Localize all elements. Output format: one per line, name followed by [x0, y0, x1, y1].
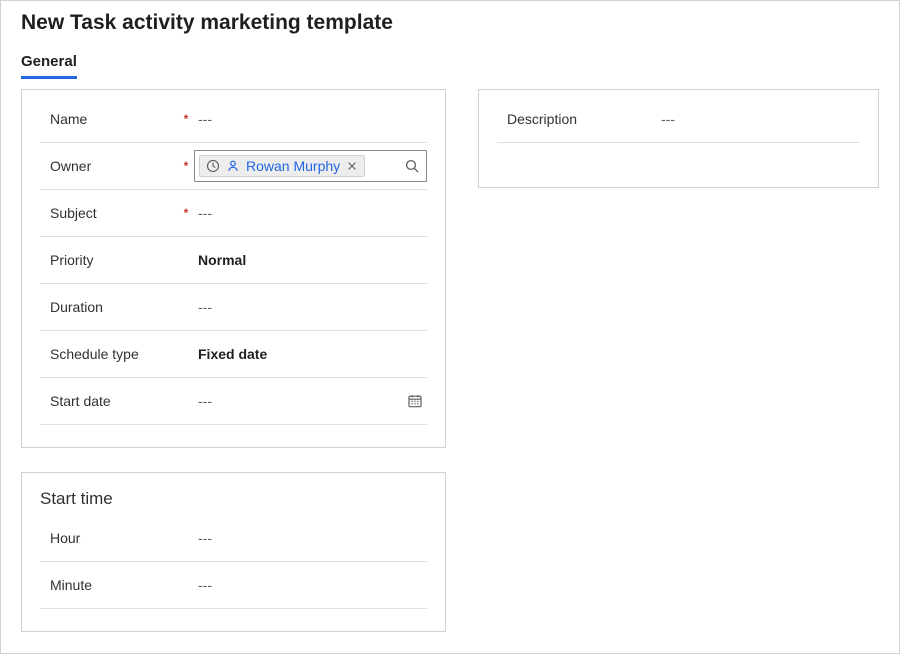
row-start-date[interactable]: Start date ---: [40, 378, 427, 425]
tabs: General: [21, 47, 879, 79]
value-name[interactable]: ---: [194, 111, 427, 127]
required-marker: *: [178, 112, 194, 126]
page-title: New Task activity marketing template: [21, 11, 879, 35]
value-schedule-type[interactable]: Fixed date: [194, 346, 427, 362]
row-description[interactable]: Description ---: [497, 96, 860, 143]
label-subject: Subject: [40, 205, 178, 221]
person-icon: [226, 159, 240, 173]
required-marker: *: [178, 159, 194, 173]
start-time-title: Start time: [40, 489, 427, 509]
description-card: Description ---: [478, 89, 879, 188]
value-hour[interactable]: ---: [194, 530, 427, 546]
row-name[interactable]: Name * ---: [40, 96, 427, 143]
value-minute[interactable]: ---: [194, 577, 427, 593]
right-column: Description ---: [478, 89, 879, 188]
value-priority[interactable]: Normal: [194, 252, 427, 268]
row-priority[interactable]: Priority Normal: [40, 237, 427, 284]
tab-general[interactable]: General: [21, 47, 77, 79]
page-container: New Task activity marketing template Gen…: [0, 0, 900, 654]
row-subject[interactable]: Subject * ---: [40, 190, 427, 237]
owner-pill[interactable]: Rowan Murphy: [199, 155, 365, 177]
label-name: Name: [40, 111, 178, 127]
label-description: Description: [497, 111, 657, 127]
label-duration: Duration: [40, 299, 178, 315]
label-priority: Priority: [40, 252, 178, 268]
calendar-icon[interactable]: [403, 393, 427, 409]
search-icon[interactable]: [404, 158, 420, 174]
row-duration[interactable]: Duration ---: [40, 284, 427, 331]
start-time-card: Start time Hour --- Minute ---: [21, 472, 446, 632]
clock-icon: [206, 159, 220, 173]
value-subject[interactable]: ---: [194, 205, 427, 221]
row-hour[interactable]: Hour ---: [40, 515, 427, 562]
label-hour: Hour: [40, 530, 178, 546]
owner-pill-text: Rowan Murphy: [246, 158, 340, 174]
owner-lookup[interactable]: Rowan Murphy: [194, 150, 427, 182]
row-owner[interactable]: Owner *: [40, 143, 427, 190]
general-card: Name * --- Owner *: [21, 89, 446, 448]
row-minute[interactable]: Minute ---: [40, 562, 427, 609]
value-description[interactable]: ---: [657, 111, 860, 127]
value-start-date[interactable]: ---: [194, 393, 403, 409]
required-marker: *: [178, 206, 194, 220]
label-minute: Minute: [40, 577, 178, 593]
label-start-date: Start date: [40, 393, 178, 409]
value-duration[interactable]: ---: [194, 299, 427, 315]
left-column: Name * --- Owner *: [21, 89, 446, 632]
row-schedule-type[interactable]: Schedule type Fixed date: [40, 331, 427, 378]
form-columns: Name * --- Owner *: [21, 89, 879, 632]
label-schedule-type: Schedule type: [40, 346, 178, 362]
close-icon[interactable]: [346, 160, 358, 172]
label-owner: Owner: [40, 158, 178, 174]
